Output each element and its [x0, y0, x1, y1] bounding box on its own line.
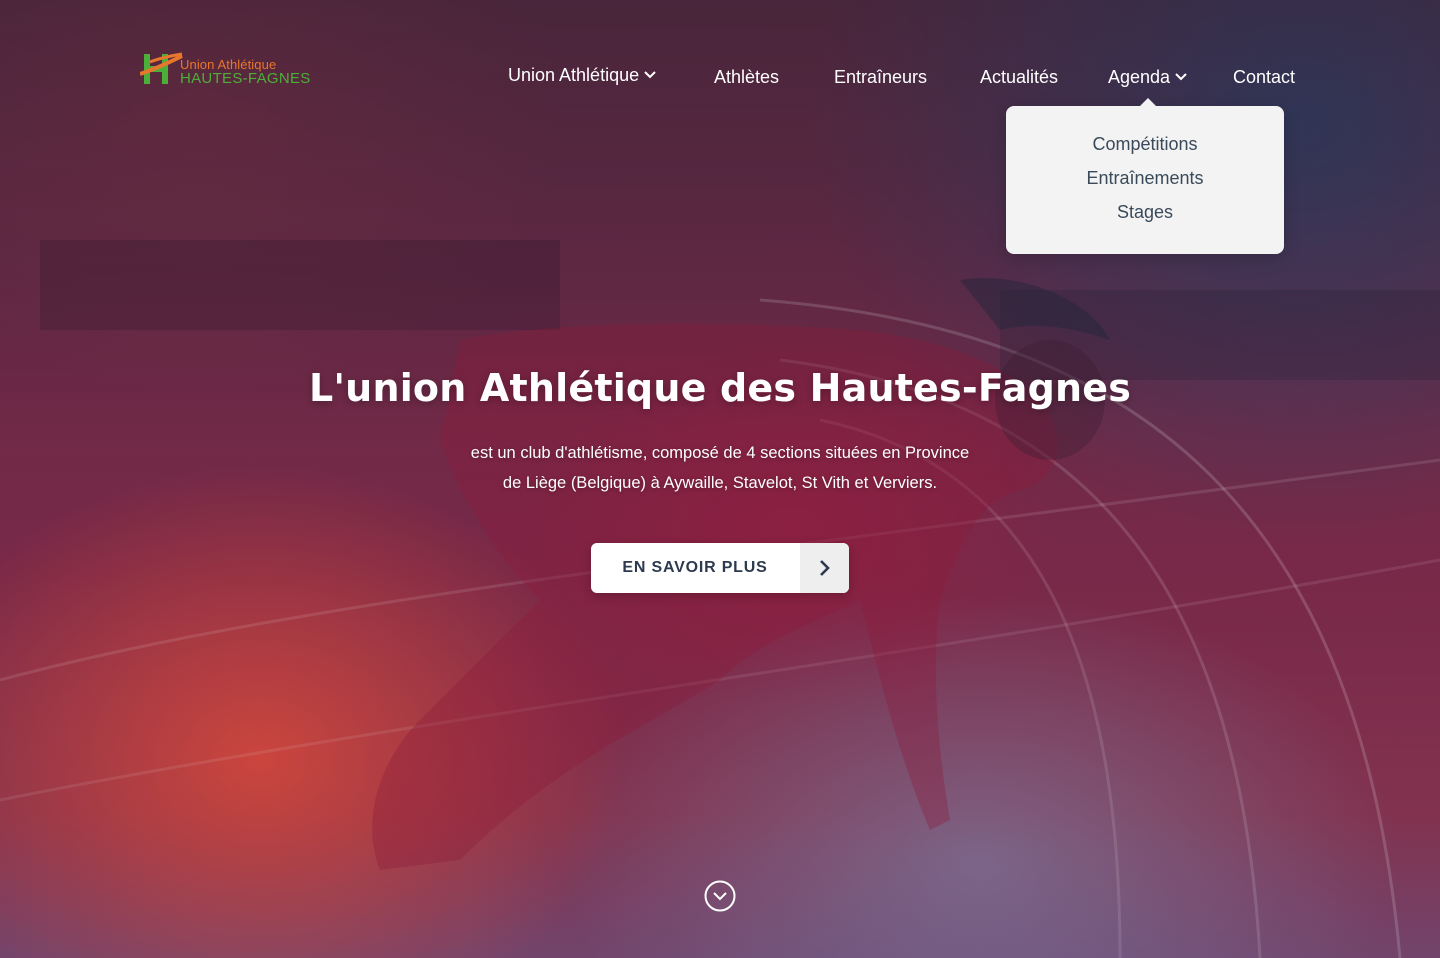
nav-item-entraineurs[interactable]: Entraîneurs: [834, 64, 927, 92]
dropdown-item-stages[interactable]: Stages: [1006, 200, 1284, 224]
nav-item-label: Agenda: [1108, 67, 1171, 87]
nav-item-contact[interactable]: Contact: [1233, 64, 1295, 92]
hero-title: L'union Athlétique des Hautes-Fagnes: [308, 366, 1132, 410]
dropdown-item-competitions[interactable]: Compétitions: [1006, 132, 1284, 156]
nav-item-label: Entraîneurs: [834, 67, 928, 87]
nav-item-actualites[interactable]: Actualités: [980, 64, 1058, 92]
chevron-right-icon: [800, 543, 849, 593]
nav-item-label: Union Athlétique: [508, 65, 640, 85]
nav-item-label: Athlètes: [714, 67, 780, 87]
nav-item-label: Actualités: [980, 67, 1059, 87]
hero-subtitle: est un club d'athlétisme, composé de 4 s…: [460, 438, 980, 498]
scroll-down-icon[interactable]: [704, 880, 736, 912]
nav-item-union-athletique[interactable]: Union Athlétique: [508, 62, 656, 90]
en-savoir-plus-button[interactable]: EN SAVOIR PLUS: [591, 543, 849, 593]
nav-item-agenda[interactable]: Agenda: [1108, 64, 1187, 92]
hero-subtitle-line2: de Liège (Belgique) à Aywaille, Stavelot…: [502, 474, 938, 492]
nav-item-label: Contact: [1233, 67, 1296, 87]
cta-label: EN SAVOIR PLUS: [622, 559, 768, 576]
agenda-dropdown-menu: Compétitions Entraînements Stages: [1006, 98, 1284, 254]
chevron-down-icon: [644, 71, 656, 79]
hero-subtitle-line1: est un club d'athlétisme, composé de 4 s…: [470, 444, 970, 462]
chevron-down-icon: [1175, 73, 1187, 81]
main-navigation: Union Athlétique Athlètes Entraîneurs Ac…: [0, 62, 1440, 90]
dropdown-item-entrainements[interactable]: Entraînements: [1006, 166, 1284, 190]
nav-item-athletes[interactable]: Athlètes: [714, 64, 779, 92]
